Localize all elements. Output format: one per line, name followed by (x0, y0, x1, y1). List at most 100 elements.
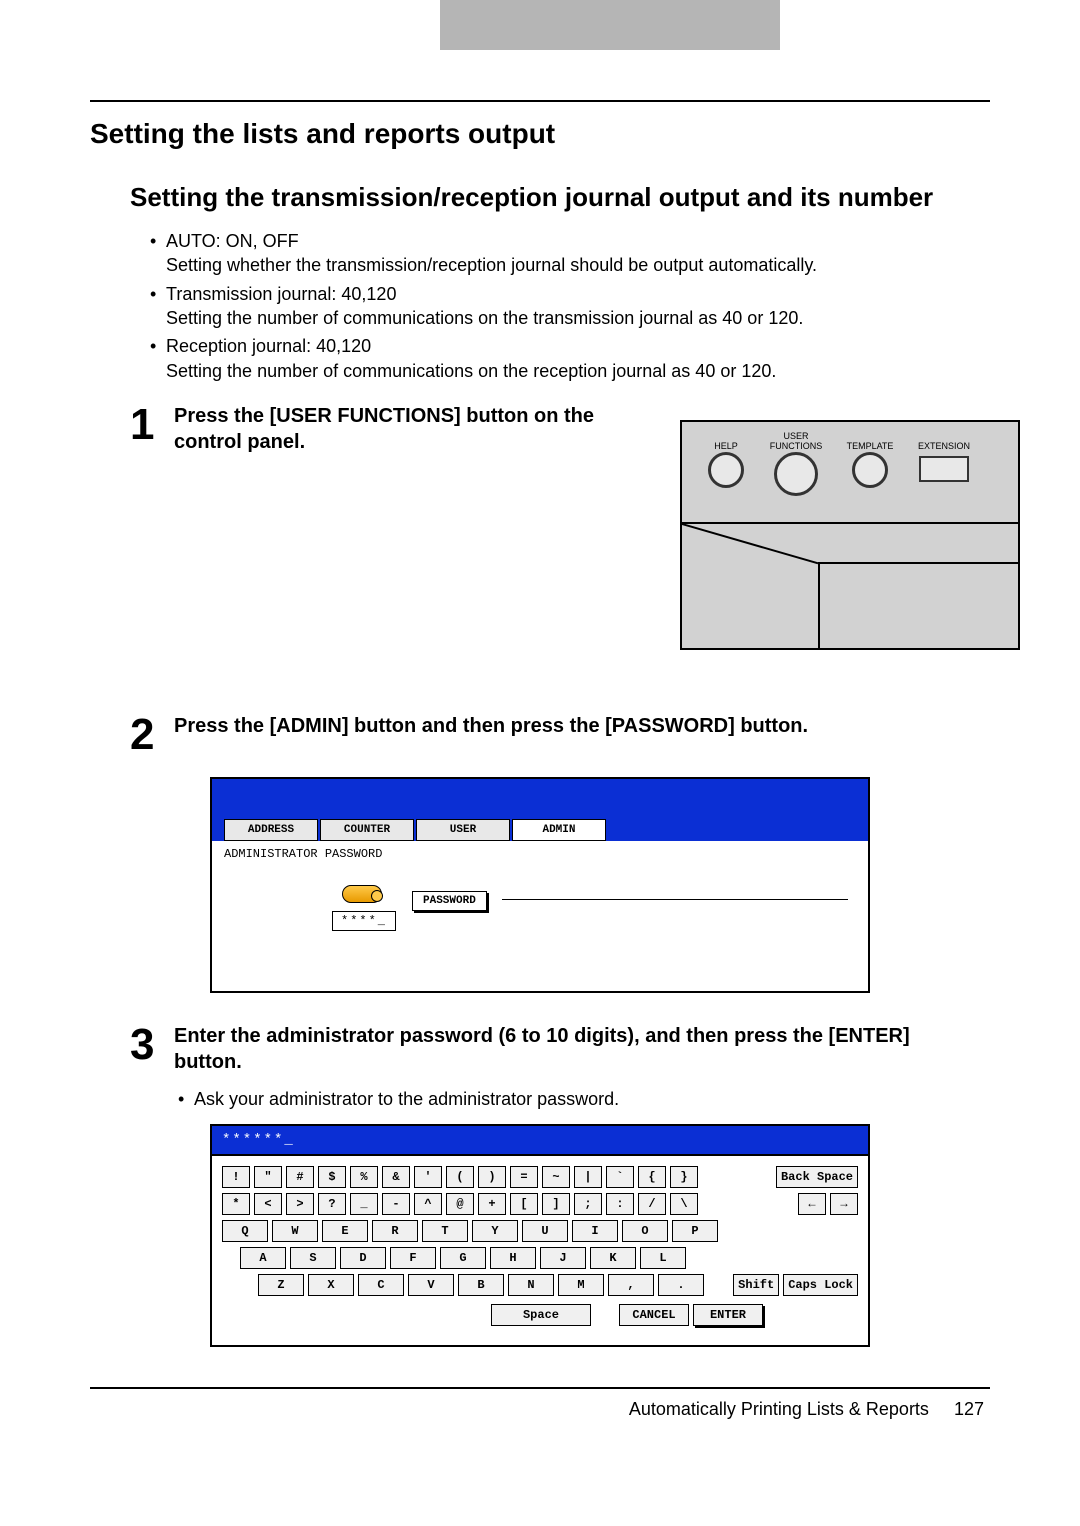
arrow-right-key[interactable]: → (830, 1193, 858, 1215)
key[interactable]: T (422, 1220, 468, 1242)
key[interactable]: ] (542, 1193, 570, 1215)
key[interactable]: . (658, 1274, 704, 1296)
space-key[interactable]: Space (491, 1304, 591, 1326)
step-number: 1 (130, 403, 162, 447)
key[interactable]: P (672, 1220, 718, 1242)
extension-icon (919, 456, 969, 482)
panel-user-functions-button[interactable]: USER FUNCTIONS (756, 428, 836, 522)
key[interactable]: ^ (414, 1193, 442, 1215)
key[interactable]: D (340, 1247, 386, 1269)
keyboard-row-3: Q W E R T Y U I O P (222, 1220, 858, 1242)
step-text: Press the [ADMIN] button and then press … (174, 713, 808, 739)
backspace-key[interactable]: Back Space (776, 1166, 858, 1188)
key[interactable]: L (640, 1247, 686, 1269)
enter-key[interactable]: ENTER (693, 1304, 763, 1326)
key[interactable]: Y (472, 1220, 518, 1242)
key[interactable]: ; (574, 1193, 602, 1215)
step-3: 3 Enter the administrator password (6 to… (130, 1023, 990, 1075)
key[interactable]: + (478, 1193, 506, 1215)
key[interactable]: E (322, 1220, 368, 1242)
key[interactable]: F (390, 1247, 436, 1269)
control-panel-illustration: HELP USER FUNCTIONS TEMPLATE EXTENSION (680, 420, 1020, 650)
keyboard-input-display: ******_ (212, 1126, 868, 1156)
panel-extension-button[interactable]: EXTENSION (904, 428, 984, 522)
step-number: 2 (130, 713, 162, 757)
help-icon (708, 452, 744, 488)
key[interactable]: * (222, 1193, 250, 1215)
key[interactable]: [ (510, 1193, 538, 1215)
key[interactable]: ~ (542, 1166, 570, 1188)
key[interactable]: , (608, 1274, 654, 1296)
key[interactable]: & (382, 1166, 410, 1188)
key[interactable]: / (638, 1193, 666, 1215)
key[interactable]: C (358, 1274, 404, 1296)
admin-password-label: ADMINISTRATOR PASSWORD (224, 847, 856, 861)
keyboard-row-6: Space CANCEL ENTER (222, 1304, 858, 1326)
key[interactable]: M (558, 1274, 604, 1296)
key[interactable]: N (508, 1274, 554, 1296)
key[interactable]: X (308, 1274, 354, 1296)
key[interactable]: < (254, 1193, 282, 1215)
key[interactable]: ? (318, 1193, 346, 1215)
key[interactable]: } (670, 1166, 698, 1188)
panel-template-button[interactable]: TEMPLATE (840, 428, 900, 522)
key[interactable]: " (254, 1166, 282, 1188)
key[interactable]: = (510, 1166, 538, 1188)
bullet-body: Setting the number of communications on … (166, 361, 776, 381)
page-footer: Automatically Printing Lists & Reports 1… (90, 1399, 990, 1420)
password-field-line (502, 899, 848, 900)
key[interactable]: \ (670, 1193, 698, 1215)
key[interactable]: B (458, 1274, 504, 1296)
key[interactable]: > (286, 1193, 314, 1215)
bullet-head: Transmission journal: 40,120 (166, 284, 396, 304)
key[interactable]: % (350, 1166, 378, 1188)
key[interactable]: - (382, 1193, 410, 1215)
sub-heading: Setting the transmission/reception journ… (130, 180, 990, 215)
key[interactable]: R (372, 1220, 418, 1242)
key[interactable]: $ (318, 1166, 346, 1188)
key[interactable]: | (574, 1166, 602, 1188)
key[interactable]: { (638, 1166, 666, 1188)
key[interactable]: S (290, 1247, 336, 1269)
template-icon (852, 452, 888, 488)
header-tab (440, 0, 780, 50)
key[interactable]: W (272, 1220, 318, 1242)
key[interactable]: U (522, 1220, 568, 1242)
key[interactable]: J (540, 1247, 586, 1269)
key[interactable]: V (408, 1274, 454, 1296)
step-3-note: Ask your administrator to the administra… (178, 1089, 990, 1110)
key[interactable]: @ (446, 1193, 474, 1215)
cancel-key[interactable]: CANCEL (619, 1304, 689, 1326)
key[interactable]: # (286, 1166, 314, 1188)
section-heading: Setting the lists and reports output (90, 118, 990, 150)
key[interactable]: K (590, 1247, 636, 1269)
capslock-key[interactable]: Caps Lock (783, 1274, 858, 1296)
step-number: 3 (130, 1023, 162, 1067)
shift-key[interactable]: Shift (733, 1274, 779, 1296)
tab-admin[interactable]: ADMIN (512, 819, 606, 841)
key[interactable]: O (622, 1220, 668, 1242)
arrow-left-key[interactable]: ← (798, 1193, 826, 1215)
tab-address[interactable]: ADDRESS (224, 819, 318, 841)
key[interactable]: ` (606, 1166, 634, 1188)
key[interactable]: I (572, 1220, 618, 1242)
password-button[interactable]: PASSWORD (412, 891, 487, 911)
key[interactable]: Q (222, 1220, 268, 1242)
bullet-head: Reception journal: 40,120 (166, 336, 371, 356)
tab-user[interactable]: USER (416, 819, 510, 841)
key[interactable]: H (490, 1247, 536, 1269)
key[interactable]: ( (446, 1166, 474, 1188)
key[interactable]: : (606, 1193, 634, 1215)
bullet-head: AUTO: ON, OFF (166, 231, 299, 251)
panel-help-button[interactable]: HELP (700, 428, 752, 522)
keyboard-row-1: ! " # $ % & ' ( ) = ~ | ` { } Back Space (222, 1166, 858, 1188)
key[interactable]: _ (350, 1193, 378, 1215)
key[interactable]: A (240, 1247, 286, 1269)
key[interactable]: Z (258, 1274, 304, 1296)
key[interactable]: ' (414, 1166, 442, 1188)
tab-counter[interactable]: COUNTER (320, 819, 414, 841)
bullet-body: Setting whether the transmission/recepti… (166, 255, 817, 275)
key[interactable]: ) (478, 1166, 506, 1188)
key[interactable]: ! (222, 1166, 250, 1188)
key[interactable]: G (440, 1247, 486, 1269)
